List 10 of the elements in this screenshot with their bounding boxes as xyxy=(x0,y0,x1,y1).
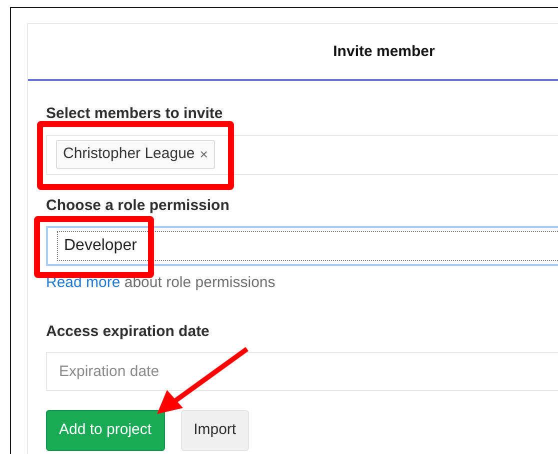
field-label: Select members to invite xyxy=(46,104,223,124)
member-name: Christopher League xyxy=(63,144,195,164)
field-label: Choose a role permission xyxy=(46,196,230,216)
modal-title: Invite member xyxy=(333,42,435,60)
expiration-date-field[interactable]: Expiration date xyxy=(46,352,558,391)
remove-icon[interactable]: × xyxy=(200,144,208,165)
import-button[interactable]: Import xyxy=(180,410,250,450)
field-label: Access expiration date xyxy=(46,322,210,342)
role-select[interactable]: Developer xyxy=(46,226,558,266)
members-field[interactable]: Christopher League × xyxy=(46,134,558,174)
